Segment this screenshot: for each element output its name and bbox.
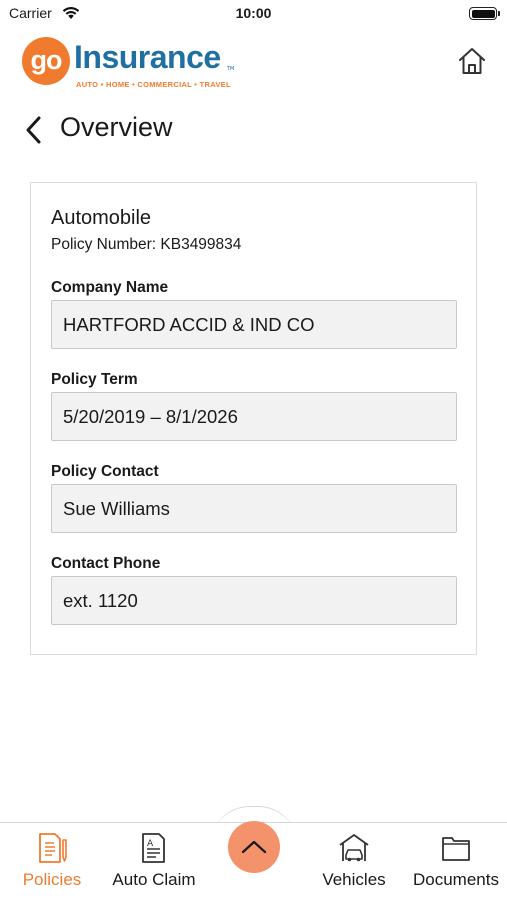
contact-phone-label: Contact Phone xyxy=(51,555,161,572)
home-button[interactable] xyxy=(455,44,489,78)
tab-auto-claim-label: Auto Claim xyxy=(112,870,196,889)
policy-contact-field: Sue Williams xyxy=(51,484,457,533)
logo-mark: go xyxy=(22,37,70,85)
folder-icon xyxy=(442,837,470,861)
go-insurance-logo: go Insurance TM AUTO • HOME • COMMERCIAL… xyxy=(22,37,244,89)
svg-text:A: A xyxy=(147,839,154,849)
policy-type: Automobile xyxy=(51,207,152,229)
expand-menu-button[interactable] xyxy=(228,821,280,873)
policies-document-icon xyxy=(39,833,67,863)
company-name-field: HARTFORD ACCID & IND CO xyxy=(51,300,457,349)
company-name-label: Company Name xyxy=(51,279,169,296)
page-nav: Overview xyxy=(0,108,507,152)
page-title: Overview xyxy=(60,112,173,142)
tab-vehicles[interactable]: Vehicles xyxy=(316,823,392,900)
app-header: go Insurance TM AUTO • HOME • COMMERCIAL… xyxy=(0,34,507,94)
logo-trademark: TM xyxy=(227,66,235,72)
auto-claim-form-icon: A xyxy=(142,833,165,863)
back-button[interactable] xyxy=(22,112,52,148)
contact-phone-field: ext. 1120 xyxy=(51,576,457,625)
logo-tagline: AUTO • HOME • COMMERCIAL • TRAVEL xyxy=(76,80,231,89)
tab-documents-label: Documents xyxy=(413,870,499,889)
chevron-up-icon xyxy=(241,840,267,854)
logo-wordmark: Insurance xyxy=(74,39,221,75)
tab-documents[interactable]: Documents xyxy=(408,823,504,900)
clock-time: 10:00 xyxy=(235,5,272,21)
status-bar: Carrier 10:00 xyxy=(0,0,507,28)
policy-term-label: Policy Term xyxy=(51,371,138,388)
tab-vehicles-label: Vehicles xyxy=(322,870,386,889)
tab-auto-claim[interactable]: A Auto Claim xyxy=(106,823,202,900)
policy-card: Automobile Policy Number: KB3499834 Comp… xyxy=(30,182,477,655)
car-garage-icon xyxy=(339,834,369,862)
tab-policies[interactable]: Policies xyxy=(16,823,88,900)
policy-contact-label: Policy Contact xyxy=(51,463,159,480)
battery-icon xyxy=(469,7,500,20)
policy-term-field: 5/20/2019 – 8/1/2026 xyxy=(51,392,457,441)
policy-number: Policy Number: KB3499834 xyxy=(51,236,242,253)
tab-policies-label: Policies xyxy=(22,870,82,889)
home-icon xyxy=(459,48,485,74)
chevron-left-icon xyxy=(26,116,41,144)
